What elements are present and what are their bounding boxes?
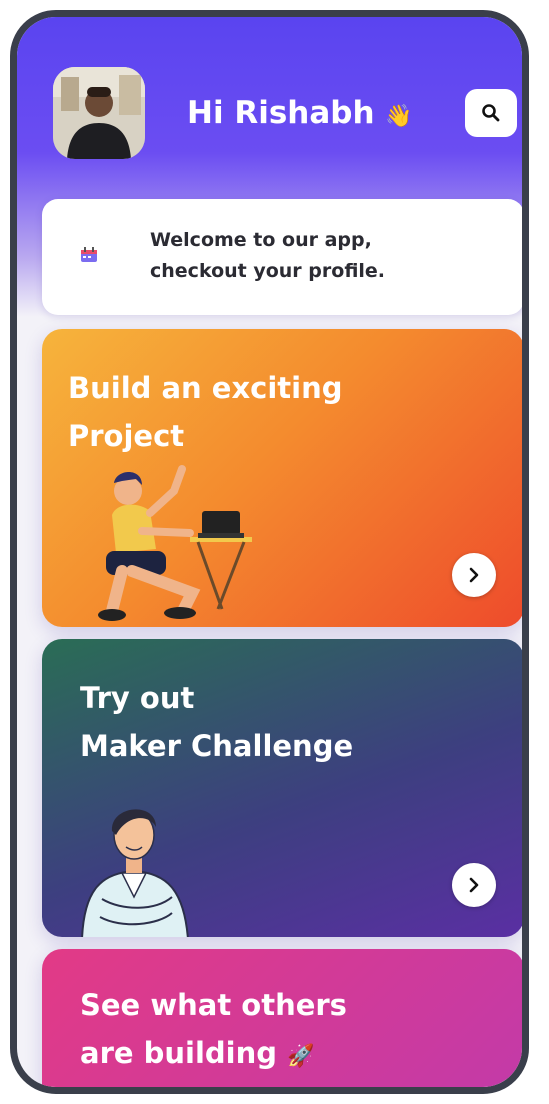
card-title: See what others are building 🚀	[80, 981, 347, 1081]
next-button[interactable]	[452, 863, 496, 907]
search-button[interactable]	[465, 89, 517, 137]
rocket-emoji: 🚀	[287, 1044, 315, 1069]
chevron-right-icon	[469, 877, 479, 893]
chevron-right-icon	[469, 567, 479, 583]
welcome-banner[interactable]: Welcome to our app, checkout your profil…	[42, 199, 522, 315]
maker-challenge-card[interactable]: Try out Maker Challenge	[42, 639, 522, 937]
calendar-icon	[81, 247, 97, 262]
welcome-message: Welcome to our app, checkout your profil…	[150, 229, 386, 282]
developer-illustration	[98, 465, 252, 621]
phone-frame: Hi Rishabh 👋 Welcome to our app, checkou…	[10, 10, 529, 1094]
greeting-title: Hi Rishabh 👋	[187, 95, 413, 131]
next-button[interactable]	[452, 553, 496, 597]
avatar-photo	[53, 67, 145, 159]
wave-emoji: 👋	[385, 104, 413, 129]
community-card[interactable]: See what others are building 🚀	[42, 949, 522, 1087]
avatar[interactable]	[53, 67, 145, 159]
card-title: Try out Maker Challenge	[80, 681, 354, 763]
professional-illustration	[81, 809, 189, 937]
greeting-text: Hi Rishabh	[187, 95, 375, 131]
card-title: Build an exciting Project	[68, 371, 343, 453]
build-project-card[interactable]: Build an exciting Project	[42, 329, 522, 627]
search-icon	[482, 104, 500, 122]
